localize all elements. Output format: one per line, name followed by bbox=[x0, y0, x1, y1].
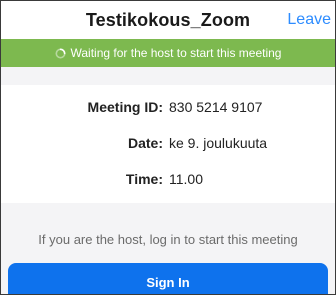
spinner-icon bbox=[55, 48, 66, 59]
time-row: Time: 11.00 bbox=[1, 171, 335, 191]
date-label: Date: bbox=[127, 135, 163, 151]
meeting-id-value: 830 5214 9107 bbox=[169, 99, 263, 115]
section-divider bbox=[1, 67, 335, 85]
meeting-window: Testikokous_Zoom Leave Waiting for the h… bbox=[0, 0, 336, 295]
time-value: 11.00 bbox=[169, 171, 203, 187]
meeting-id-row: Meeting ID: 830 5214 9107 bbox=[1, 99, 335, 119]
waiting-banner: Waiting for the host to start this meeti… bbox=[1, 39, 335, 67]
host-section: If you are the host, log in to start thi… bbox=[1, 203, 335, 294]
banner-text: Waiting for the host to start this meeti… bbox=[70, 46, 282, 60]
leave-button[interactable]: Leave bbox=[287, 11, 331, 29]
time-label: Time: bbox=[125, 171, 163, 187]
date-value: ke 9. joulukuuta bbox=[169, 135, 268, 151]
meeting-details: Meeting ID: 830 5214 9107 Date: ke 9. jo… bbox=[1, 85, 335, 203]
host-login-message: If you are the host, log in to start thi… bbox=[38, 232, 298, 247]
header-bar: Testikokous_Zoom Leave bbox=[1, 1, 335, 39]
meeting-title: Testikokous_Zoom bbox=[85, 10, 251, 30]
meeting-id-label: Meeting ID: bbox=[87, 99, 163, 115]
sign-in-button[interactable]: Sign In bbox=[8, 263, 328, 294]
date-row: Date: ke 9. joulukuuta bbox=[1, 135, 335, 155]
